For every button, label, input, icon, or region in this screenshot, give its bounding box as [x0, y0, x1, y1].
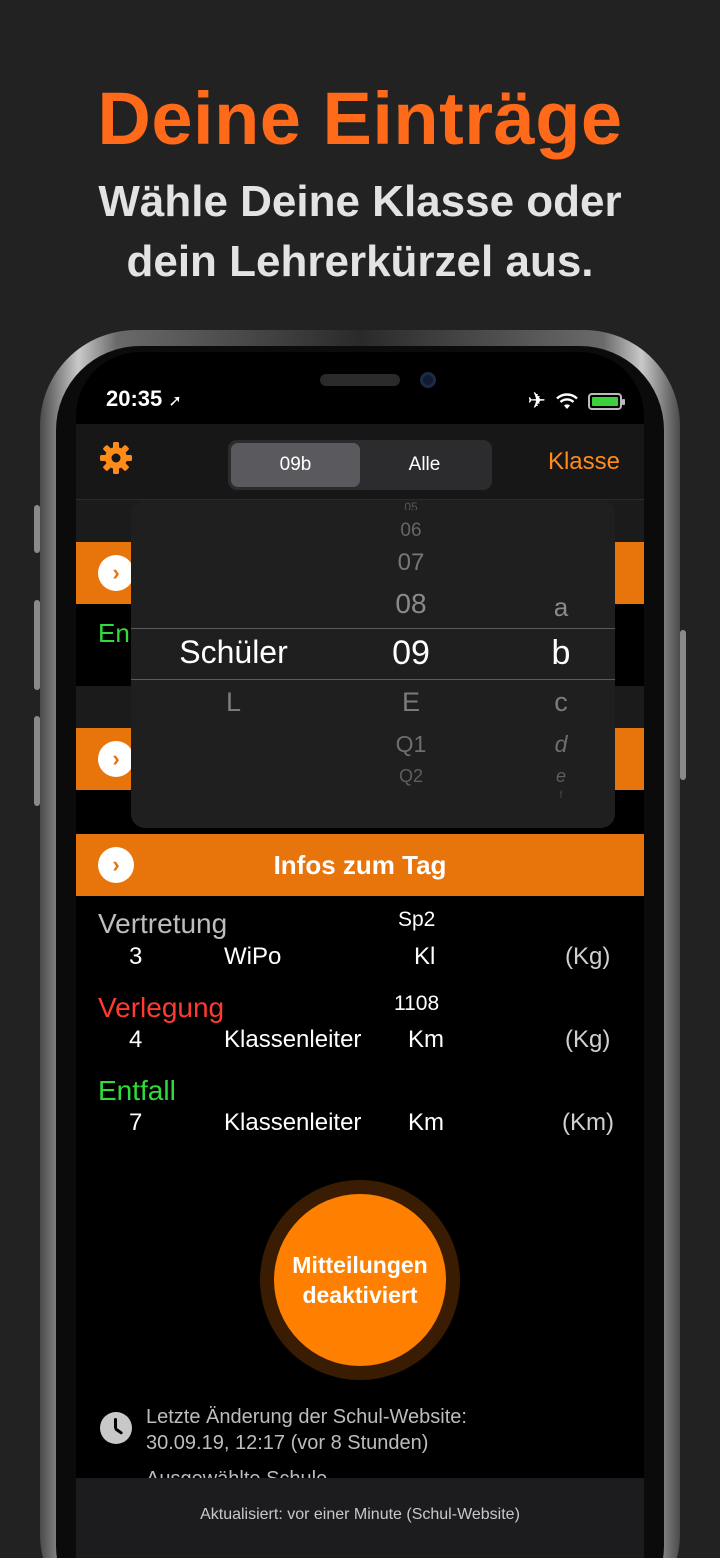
promo-subtitle: Wähle Deine Klasse oder dein Lehrerkürze… — [0, 172, 720, 292]
status-time: 20:35 ➚ — [106, 386, 182, 412]
picker-col3-selected[interactable]: b — [531, 634, 591, 673]
picker-col2-selected[interactable]: 09 — [369, 634, 453, 673]
segment-all[interactable]: Alle — [360, 443, 489, 487]
entry-original-teacher: (Kg) — [565, 1026, 611, 1053]
entry-partial-text: En — [98, 618, 130, 648]
front-camera — [420, 372, 436, 388]
entry-teacher: Km — [408, 1026, 444, 1053]
entry-type: Vertretung — [98, 908, 228, 939]
chevron-right-icon: › — [98, 555, 134, 591]
last-change-info: Letzte Änderung der Schul-Website: 30.09… — [146, 1404, 467, 1456]
entry-hour: 7 — [129, 1109, 143, 1136]
status-time-text: 20:35 — [106, 386, 163, 411]
gear-icon[interactable] — [98, 440, 134, 476]
class-picker[interactable]: Schüler L 05 06 07 08 09 E Q1 Q2 a b c d… — [131, 500, 615, 828]
last-change-line2: 30.09.19, 12:17 (vor 8 Stunden) — [146, 1432, 429, 1454]
picker-col2-option[interactable]: 05 — [369, 500, 453, 510]
info-bar-title: Infos zum Tag — [273, 850, 447, 880]
notifications-line1: Mitteilungen — [292, 1252, 428, 1278]
entry-type: Verlegung — [98, 992, 225, 1023]
entry-room: Sp2 — [398, 908, 436, 931]
airplane-icon: ✈ — [527, 388, 546, 413]
class-button[interactable]: Klasse — [548, 448, 620, 476]
notifications-line2: deaktiviert — [302, 1282, 418, 1308]
promo-title: Deine Einträge — [97, 77, 623, 160]
entry-room: 1108 — [394, 992, 440, 1015]
update-status-text: Aktualisiert: vor einer Minute (Schul-We… — [200, 1506, 520, 1523]
entry-hour: 4 — [129, 1026, 143, 1053]
picker-col2-option[interactable]: 06 — [369, 520, 453, 542]
entry-original-teacher: (Kg) — [565, 943, 611, 970]
entry-original-teacher: (Km) — [562, 1109, 614, 1136]
picker-col3-option[interactable]: f — [531, 790, 591, 798]
picker-col2-option[interactable]: 07 — [369, 549, 453, 577]
picker-col1-option[interactable]: L — [161, 687, 306, 718]
notifications-toggle-button[interactable]: Mitteilungen deaktiviert — [274, 1194, 446, 1366]
promo-subtitle-line1: Wähle Deine Klasse oder — [98, 177, 622, 226]
update-status-footer: Aktualisiert: vor einer Minute (Schul-We… — [76, 1478, 644, 1558]
last-change-line1: Letzte Änderung der Schul-Website: — [146, 1406, 467, 1428]
entry-type: Entfall — [98, 1075, 176, 1106]
chevron-right-icon: › — [98, 741, 134, 777]
entry-hour: 3 — [129, 943, 143, 970]
phone-screen: 20:35 ➚ ✈ 09b Alle Klasse › En › Schüler… — [76, 352, 644, 1558]
power-button — [680, 630, 686, 780]
clock-icon — [100, 1412, 132, 1444]
volume-up-button — [34, 600, 40, 690]
battery-icon — [588, 392, 625, 410]
location-arrow-icon: ➚ — [168, 393, 182, 410]
picker-col3-option[interactable]: e — [531, 766, 591, 787]
entry-subject: Klassenleiter — [224, 1026, 362, 1053]
status-icons: ✈ — [527, 388, 625, 414]
segment-own-class[interactable]: 09b — [231, 443, 360, 487]
notch — [204, 352, 516, 410]
entry-teacher: Kl — [414, 943, 436, 970]
picker-col2-option[interactable]: Q2 — [369, 766, 453, 787]
picker-col3-option[interactable]: a — [531, 592, 591, 623]
picker-col3-option[interactable]: d — [531, 731, 591, 758]
speaker-grille — [320, 374, 400, 386]
wifi-icon — [556, 392, 578, 409]
class-segmented-control: 09b Alle — [228, 440, 492, 490]
info-bar[interactable]: › Infos zum Tag — [76, 834, 644, 896]
picker-col3-option[interactable]: c — [531, 687, 591, 718]
picker-col2-option[interactable]: E — [369, 687, 453, 718]
volume-down-button — [34, 716, 40, 806]
entry-subject: Klassenleiter — [224, 1109, 362, 1136]
entry-teacher: Km — [408, 1109, 444, 1136]
picker-col2-option[interactable]: 08 — [369, 588, 453, 620]
mute-switch — [34, 505, 40, 553]
picker-col2-option[interactable]: Q1 — [369, 731, 453, 758]
entry-subject: WiPo — [224, 943, 282, 970]
promo-subtitle-line2: dein Lehrerkürzel aus. — [126, 237, 594, 286]
nav-bar: 09b Alle Klasse — [76, 424, 644, 500]
picker-col1-selected[interactable]: Schüler — [161, 634, 306, 671]
